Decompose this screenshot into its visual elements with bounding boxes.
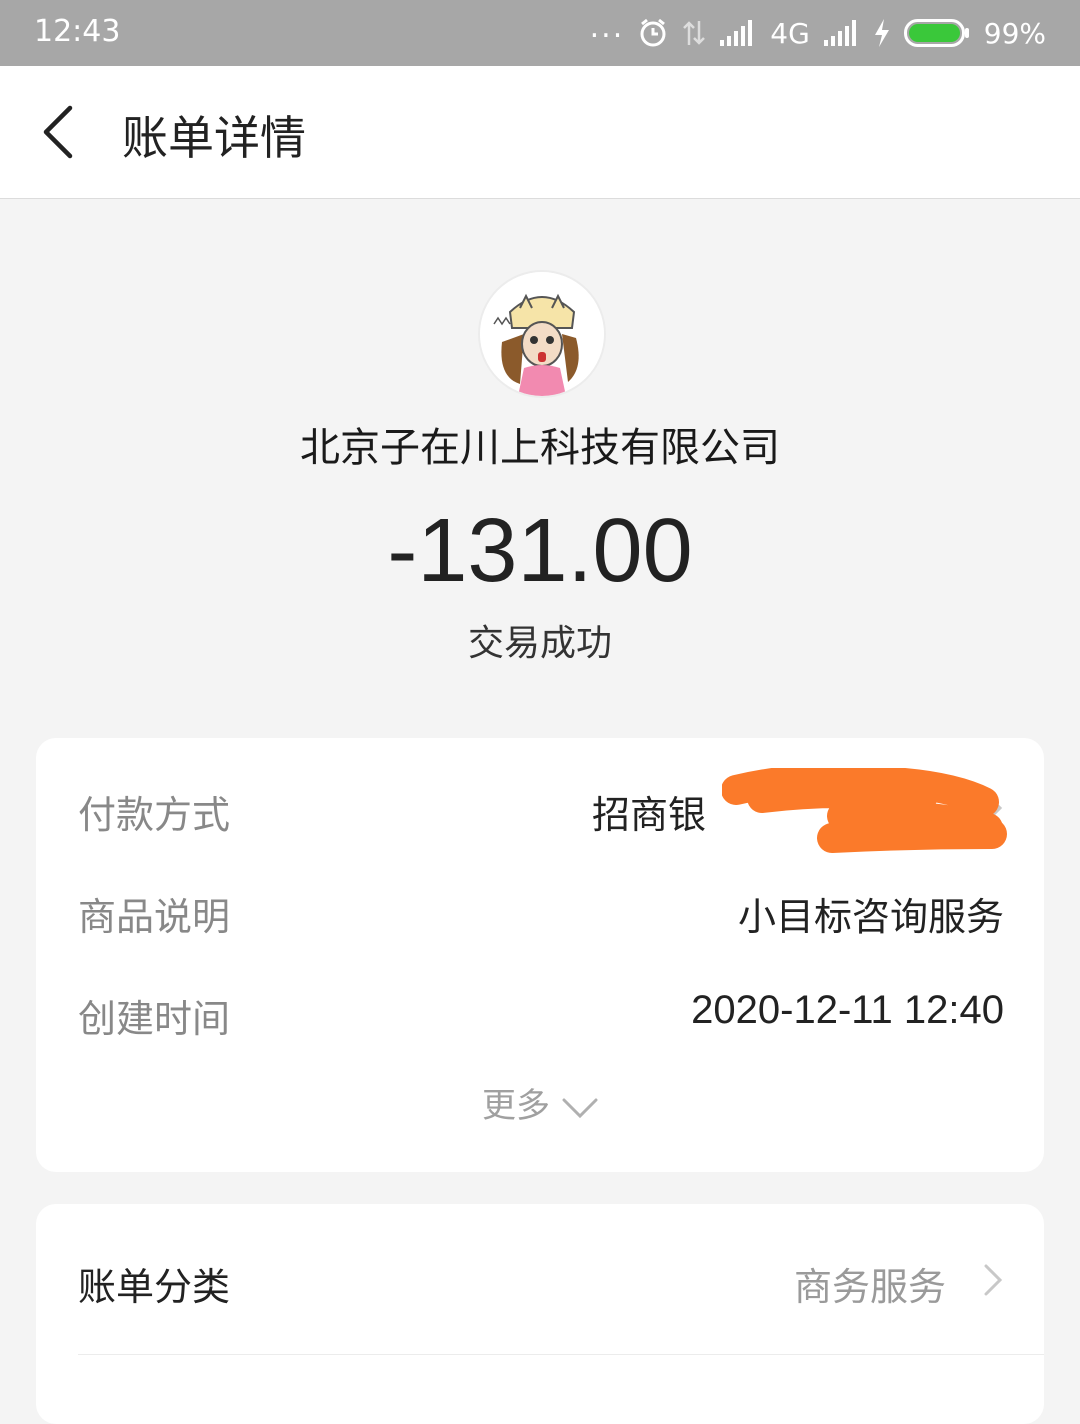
more-label: 更多 [482,1086,550,1126]
merchant-name: 北京子在川上科技有限公司 [300,425,780,471]
payment-method-row[interactable]: 付款方式 招商银 [36,758,1044,858]
product-description-label: 商品说明 [78,895,231,939]
battery-percent: 99% [983,16,1046,50]
chevron-down-icon [562,1098,598,1118]
alarm-icon [640,18,666,47]
payment-method-value: 招商银 [591,793,706,837]
details-card: 付款方式 招商银 商品说明 小目标咨询服务 创建时间 2020-12-11 12… [36,738,1044,1172]
status-bar: 12:43 ... 4G 99% [0,0,1080,66]
signal-icon-2 [823,20,856,46]
category-label: 账单分类 [78,1265,231,1309]
product-description-row: 商品说明 小目标咨询服务 [36,860,1044,960]
avatar-illustration [480,272,604,396]
transaction-amount: -131.00 [387,501,693,601]
chevron-right-icon [984,1264,1003,1296]
charging-icon [874,19,889,47]
created-time-label: 创建时间 [78,997,231,1041]
product-description-value: 小目标咨询服务 [737,895,1004,939]
more-dots-icon: ... [589,9,625,45]
divider [78,1354,1044,1355]
more-button[interactable]: 更多 [36,1078,1044,1127]
category-value: 商务服务 [793,1265,946,1309]
battery-icon [903,19,970,47]
created-time-row: 创建时间 2020-12-11 12:40 [36,962,1044,1062]
status-icons: ... 4G 99% [590,0,1046,66]
redaction-scribble [722,768,1007,853]
status-time: 12:43 [34,14,121,49]
page-title: 账单详情 [122,111,306,165]
network-type: 4G [770,16,810,50]
merchant-avatar [480,272,604,396]
signal-icon [720,20,753,46]
data-transfer-icon [683,21,706,45]
category-card: 账单分类 商务服务 [36,1204,1044,1424]
payment-method-label: 付款方式 [78,793,231,837]
created-time-value: 2020-12-11 12:40 [691,988,1004,1032]
category-row[interactable]: 账单分类 商务服务 [36,1204,1044,1352]
nav-bar: 账单详情 [0,66,1080,199]
transaction-status: 交易成功 [467,623,612,664]
chevron-left-icon[interactable] [36,104,86,160]
